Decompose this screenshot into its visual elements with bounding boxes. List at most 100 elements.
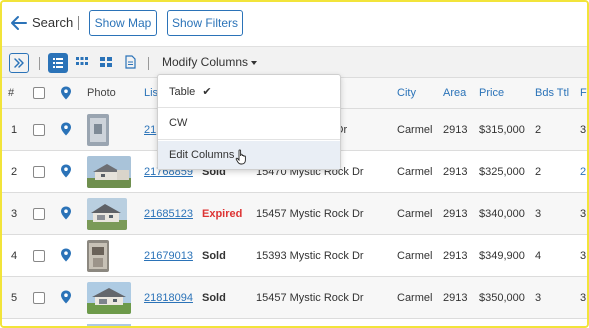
menu-item-label: CW: [169, 117, 188, 129]
back-arrow-icon[interactable]: [10, 14, 28, 32]
column-header-city[interactable]: City: [397, 87, 416, 99]
baths-cell: 3: [580, 124, 587, 136]
map-pin-icon[interactable]: [60, 164, 72, 178]
city-cell: Carmel: [397, 250, 433, 262]
table-row-partial: [2, 320, 587, 326]
expand-panel-icon: [14, 58, 24, 68]
menu-item-edit-columns[interactable]: Edit Columns: [158, 141, 340, 169]
listing-photo[interactable]: [87, 156, 131, 188]
modify-columns-menu[interactable]: Modify Columns: [162, 55, 258, 69]
baths-cell: 3: [580, 292, 587, 304]
menu-divider: [158, 139, 340, 140]
city-cell: Carmel: [397, 208, 433, 220]
address-cell: 15457 Mystic Rock Dr: [256, 208, 364, 220]
status-cell: Expired: [202, 208, 243, 220]
app-window: Search Show Map Show Filters Modify Colu…: [0, 0, 589, 328]
price-cell: $325,000: [479, 166, 525, 178]
status-cell: Sold: [202, 292, 226, 304]
status-cell: Sold: [202, 250, 226, 262]
price-cell: $340,000: [479, 208, 525, 220]
row-number: 5: [11, 292, 18, 304]
row-checkbox[interactable]: [33, 166, 45, 178]
caret-down-icon: [251, 60, 258, 65]
beds-cell: 3: [535, 292, 542, 304]
expand-panel-button[interactable]: [9, 53, 29, 73]
modify-columns-label: Modify Columns: [162, 55, 249, 69]
column-header-beds[interactable]: Bds Ttl: [535, 87, 569, 99]
back-search-label[interactable]: Search: [32, 15, 73, 30]
listing-photo[interactable]: [87, 282, 131, 314]
price-cell: $350,000: [479, 292, 525, 304]
map-pin-icon[interactable]: [60, 122, 72, 136]
beds-cell: 4: [535, 250, 542, 262]
map-pin-icon[interactable]: [60, 86, 72, 100]
beds-cell: 2: [535, 166, 542, 178]
map-pin-icon[interactable]: [60, 248, 72, 262]
listing-photo[interactable]: [87, 198, 127, 230]
price-cell: $315,000: [479, 124, 525, 136]
table-row[interactable]: 3 21685123 Expired 15457 Mystic Rock Dr …: [2, 193, 587, 235]
modify-columns-dropdown: Table ✔ CW Edit Columns: [157, 74, 341, 170]
listing-photo[interactable]: [87, 114, 109, 146]
area-cell: 2913: [443, 250, 468, 262]
row-checkbox[interactable]: [33, 250, 45, 262]
listing-number-link[interactable]: 21685123: [144, 208, 193, 220]
menu-item-label: Table: [169, 86, 196, 98]
listing-photo[interactable]: [87, 240, 109, 272]
divider: [78, 16, 79, 30]
table-row[interactable]: 5 21818094 Sold 15457 Mystic Rock Dr Car…: [2, 277, 587, 319]
column-header-num: #: [8, 87, 15, 99]
list-view-button[interactable]: [48, 53, 68, 73]
map-pin-icon[interactable]: [60, 290, 72, 304]
area-cell: 2913: [443, 208, 468, 220]
table-row[interactable]: 4 21679013 Sold 15393 Mystic Rock Dr Car…: [2, 235, 587, 277]
column-header-photo: Photo: [87, 87, 116, 99]
show-map-button[interactable]: Show Map: [89, 10, 157, 36]
select-all-checkbox[interactable]: [33, 87, 45, 99]
row-number: 3: [11, 208, 18, 220]
row-checkbox[interactable]: [33, 124, 45, 136]
column-header-baths[interactable]: FB: [580, 87, 587, 99]
row-number: 2: [11, 166, 18, 178]
document-icon: [125, 55, 136, 69]
beds-cell: 2: [535, 124, 542, 136]
listing-number-link[interactable]: 21818094: [144, 292, 193, 304]
row-checkbox[interactable]: [33, 208, 45, 220]
map-pin-icon[interactable]: [60, 206, 72, 220]
hand-cursor-icon: [235, 149, 246, 165]
row-checkbox[interactable]: [33, 292, 45, 304]
baths-cell: 3: [580, 250, 587, 262]
checkmark-icon: ✔: [202, 86, 212, 98]
document-view-button[interactable]: [123, 55, 137, 69]
divider: [148, 57, 149, 70]
column-header-listing[interactable]: Lis: [144, 87, 158, 99]
tile-view-icon: [100, 57, 112, 67]
row-number: 1: [11, 124, 18, 136]
address-cell: 15457 Mystic Rock Dr: [256, 292, 364, 304]
column-header-price[interactable]: Price: [479, 87, 504, 99]
area-cell: 2913: [443, 124, 468, 136]
grid-view-button[interactable]: [75, 55, 89, 69]
listing-photo: [87, 324, 131, 326]
column-header-area[interactable]: Area: [443, 87, 466, 99]
menu-item-table[interactable]: Table ✔: [158, 77, 340, 107]
listing-number-link[interactable]: 21: [144, 124, 156, 136]
show-filters-button[interactable]: Show Filters: [167, 10, 243, 36]
menu-item-label: Edit Columns: [169, 149, 235, 161]
listing-number-link[interactable]: 21679013: [144, 250, 193, 262]
city-cell: Carmel: [397, 292, 433, 304]
address-cell: 15393 Mystic Rock Dr: [256, 250, 364, 262]
price-cell: $349,900: [479, 250, 525, 262]
top-bar: Search Show Map Show Filters: [2, 2, 587, 46]
baths-cell: 3: [580, 208, 587, 220]
beds-cell: 3: [535, 208, 542, 220]
tile-view-button[interactable]: [99, 55, 113, 69]
divider: [39, 57, 40, 70]
menu-item-cw[interactable]: CW: [158, 108, 340, 138]
row-number: 4: [11, 250, 18, 262]
baths-cell: 2: [580, 166, 587, 178]
grid-view-icon: [76, 57, 88, 65]
city-cell: Carmel: [397, 124, 433, 136]
city-cell: Carmel: [397, 166, 433, 178]
area-cell: 2913: [443, 292, 468, 304]
